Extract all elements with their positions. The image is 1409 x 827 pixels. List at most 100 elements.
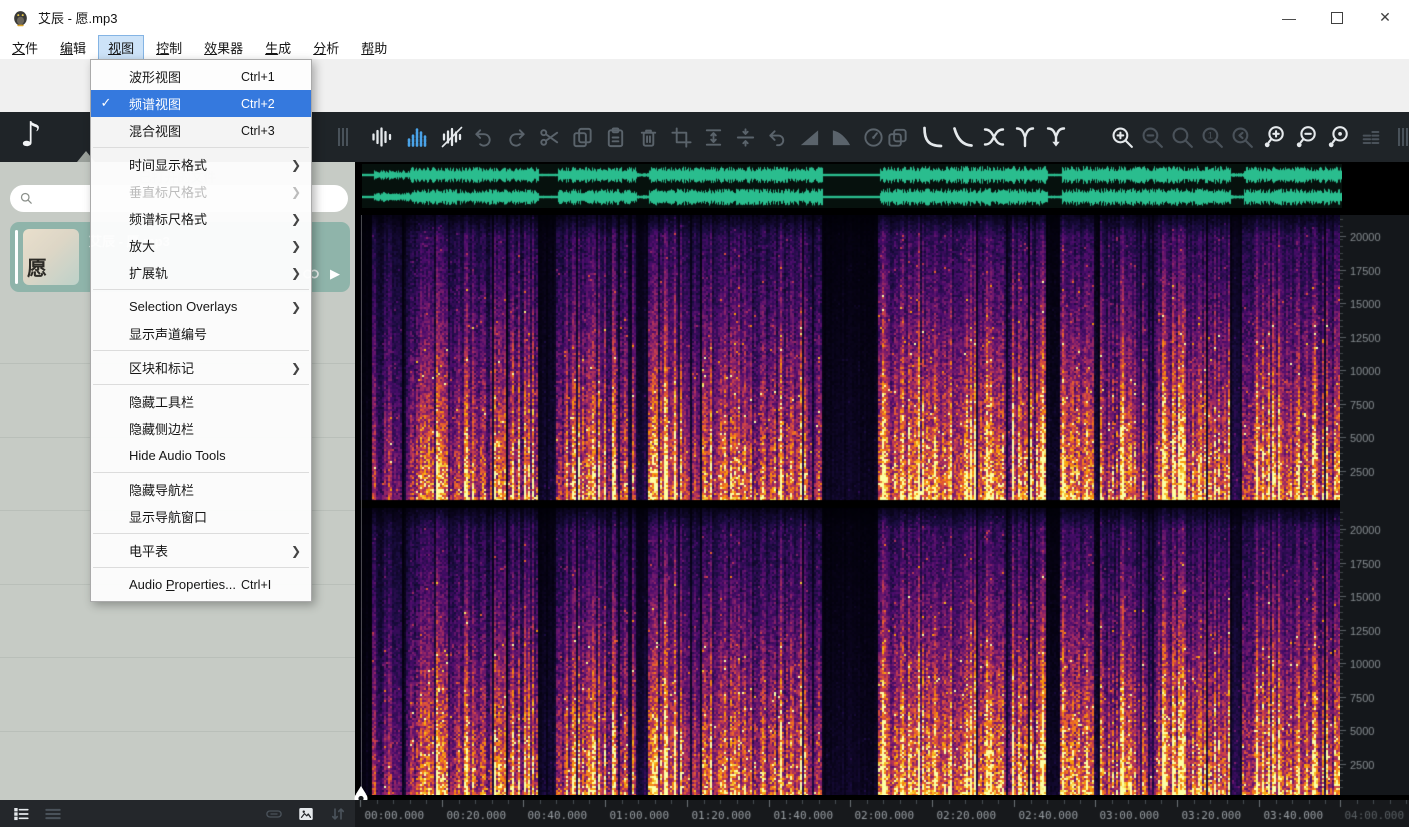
menu-item-9[interactable]: 扩展轨 ❯ (91, 259, 311, 286)
menubar-item-8[interactable]: 帮助 (351, 35, 397, 60)
menu-item-label: 扩展轨 (121, 263, 241, 282)
menu-separator (93, 350, 309, 351)
trim-icon[interactable] (670, 126, 693, 149)
time-ruler (355, 800, 1409, 827)
toolbar-drag-handle-right[interactable] (1398, 128, 1408, 146)
vzoom-in-icon[interactable] (1262, 125, 1287, 150)
window-title: 艾辰 - 愿.mp3 (38, 8, 117, 27)
minimize-button[interactable]: — (1265, 0, 1313, 35)
list-compact-icon[interactable] (44, 805, 62, 823)
copy-icon[interactable] (571, 126, 594, 149)
submenu-arrow-icon: ❯ (291, 300, 311, 314)
play-file-icon[interactable]: ▶ (330, 266, 340, 282)
menu-item-label: 频谱标尺格式 (121, 209, 241, 228)
menu-item-shortcut: Ctrl+I (241, 578, 291, 592)
split-icon[interactable] (734, 126, 757, 149)
menubar-item-5[interactable]: 效果器 (194, 35, 253, 60)
menu-item-shortcut: Ctrl+1 (241, 70, 291, 84)
zoom-out-icon[interactable] (1140, 125, 1165, 150)
menu-item-14[interactable]: 区块和标记❯ (91, 354, 311, 381)
waveform-overview[interactable] (362, 164, 1342, 208)
menu-item-label: 电平表 (121, 541, 241, 560)
spectrogram-canvas[interactable] (360, 215, 1340, 795)
app-icon (11, 8, 30, 27)
crossfade-icon[interactable] (982, 125, 1006, 149)
toolbar-drag-handle[interactable] (338, 128, 348, 146)
close-button[interactable]: ✕ (1361, 0, 1409, 35)
menubar-item-2[interactable]: 编辑 (50, 35, 96, 60)
link-icon[interactable] (265, 805, 283, 823)
window-controls: — ✕ (1265, 0, 1409, 35)
menu-item-1[interactable]: 波形视图Ctrl+1 (91, 63, 311, 90)
submenu-arrow-icon: ❯ (291, 212, 311, 226)
menubar-item-1[interactable]: 文件 (2, 35, 48, 60)
submenu-arrow-icon: ❯ (291, 158, 311, 172)
zoom-reset-icon[interactable] (1170, 125, 1195, 150)
submenu-arrow-icon: ❯ (291, 544, 311, 558)
redo-icon[interactable] (505, 126, 528, 149)
menu-item-18[interactable]: Hide Audio Tools (91, 442, 311, 469)
list-detail-icon[interactable] (12, 805, 30, 823)
menu-item-label: 混合视图 (121, 121, 241, 140)
zoom-back-icon[interactable] (1230, 125, 1255, 150)
spectrogram-view-icon[interactable] (405, 125, 429, 149)
fade-curve-l-icon[interactable] (951, 125, 975, 149)
playhead-line[interactable] (361, 215, 362, 795)
meter-bars-icon[interactable] (1360, 126, 1382, 148)
menu-separator (93, 289, 309, 290)
sort-icon[interactable] (329, 805, 347, 823)
menu-item-23[interactable]: 电平表 ❯ (91, 537, 311, 564)
menubar-item-7[interactable]: 分析 (303, 35, 349, 60)
fade-in-icon[interactable] (798, 126, 821, 149)
frequency-ruler (1340, 215, 1409, 795)
menu-item-label: 显示声道编号 (121, 324, 241, 343)
zoom-in-icon[interactable] (1110, 125, 1135, 150)
vzoom-out-icon[interactable] (1294, 125, 1319, 150)
status-bar (0, 800, 355, 827)
split-curve-icon[interactable] (1013, 125, 1037, 149)
menu-item-8[interactable]: 放大❯ (91, 232, 311, 259)
menu-item-label: 垂直标尺格式 (121, 182, 241, 201)
menu-item-7[interactable]: 频谱标尺格式 ❯ (91, 205, 311, 232)
menu-item-11[interactable]: Selection Overlays ❯ (91, 293, 311, 320)
menubar-item-6[interactable]: 生成 (255, 35, 301, 60)
menu-item-5[interactable]: 时间显示格式❯ (91, 151, 311, 178)
menu-item-label: 隐藏侧边栏 (121, 419, 241, 438)
zoom-one-icon[interactable]: 1 (1200, 125, 1225, 150)
menu-item-20[interactable]: 隐藏导航栏 (91, 476, 311, 503)
fade-out-icon[interactable] (830, 126, 853, 149)
menu-item-21[interactable]: 显示导航窗口 (91, 503, 311, 530)
waveform-view-icon[interactable] (370, 125, 394, 149)
artwork-icon[interactable] (297, 805, 315, 823)
amplify-icon[interactable] (702, 126, 725, 149)
fade-curve-j-icon[interactable] (920, 125, 944, 149)
menu-item-17[interactable]: 隐藏侧边栏 (91, 415, 311, 442)
submenu-arrow-icon: ❯ (291, 361, 311, 375)
mixed-view-icon[interactable] (440, 125, 464, 149)
maximize-button[interactable] (1313, 0, 1361, 35)
album-art: 愿 (23, 229, 79, 285)
menu-item-16[interactable]: 隐藏工具栏 (91, 388, 311, 415)
menu-item-label: 放大 (121, 236, 241, 255)
active-file-indicator (15, 230, 18, 284)
vzoom-reset-icon[interactable] (1326, 125, 1351, 150)
submenu-arrow-icon: ❯ (291, 185, 311, 199)
gain-icon[interactable] (862, 126, 885, 149)
menu-item-25[interactable]: Audio Properties...Ctrl+I (91, 571, 311, 598)
menubar-item-4[interactable]: 控制 (146, 35, 192, 60)
submenu-arrow-icon: ❯ (291, 266, 311, 280)
menu-item-shortcut: Ctrl+3 (241, 124, 291, 138)
menu-item-12[interactable]: 显示声道编号 (91, 320, 311, 347)
menu-separator (93, 533, 309, 534)
menu-item-3[interactable]: 混合视图Ctrl+3 (91, 117, 311, 144)
reverse-icon[interactable] (766, 126, 789, 149)
menu-item-2[interactable]: ✓频谱视图Ctrl+2 (91, 90, 311, 117)
menu-item-label: Selection Overlays (121, 299, 241, 314)
menubar-item-3[interactable]: 视图 (98, 35, 144, 60)
duplicate-icon[interactable] (886, 126, 909, 149)
paste-icon[interactable] (604, 126, 627, 149)
cut-icon[interactable] (538, 126, 561, 149)
merge-curve-icon[interactable] (1044, 125, 1068, 149)
undo-icon[interactable] (472, 126, 495, 149)
delete-icon[interactable] (637, 126, 660, 149)
